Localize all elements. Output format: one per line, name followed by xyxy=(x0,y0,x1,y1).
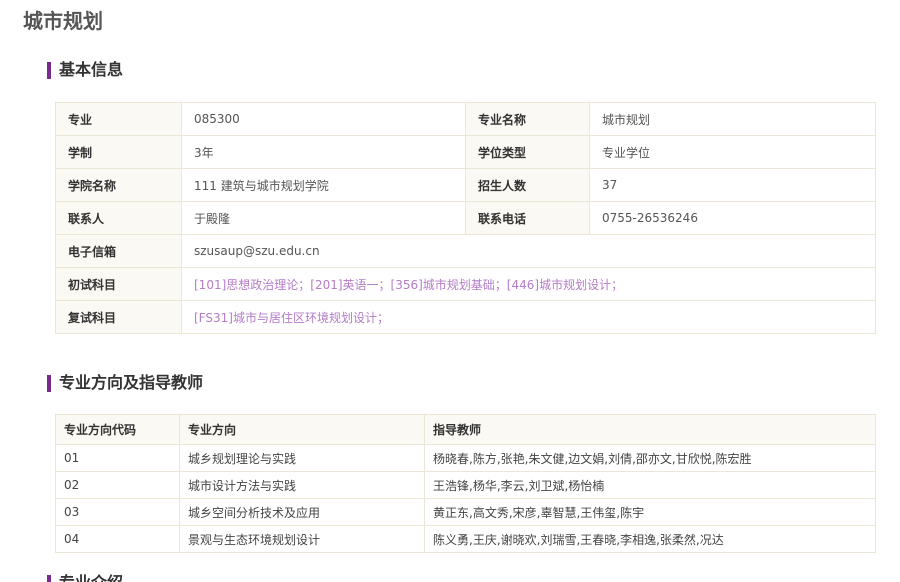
direction-code: 04 xyxy=(55,525,180,553)
field-value: 085300 xyxy=(181,102,466,136)
table-row: 学院名称 111 建筑与城市规划学院 招生人数 37 xyxy=(55,168,876,202)
field-label: 学院名称 xyxy=(55,168,182,202)
table-row: 04 景观与生态环境规划设计 陈义勇,王庆,谢晓欢,刘瑞雪,王春晓,李相逸,张柔… xyxy=(55,525,876,553)
heading-accent-bar xyxy=(47,574,51,582)
field-value: 37 xyxy=(589,168,876,202)
field-label: 招生人数 xyxy=(465,168,590,202)
page: 城市规划 基本信息 专业 085300 专业名称 城市规划 学制 3年 学位类型… xyxy=(0,0,900,582)
field-value: 0755-26536246 xyxy=(589,201,876,235)
direction-code: 02 xyxy=(55,471,180,499)
page-title: 城市规划 xyxy=(23,9,103,33)
direction-code: 03 xyxy=(55,498,180,526)
field-label: 专业名称 xyxy=(465,102,590,136)
section-heading-text: 基本信息 xyxy=(59,60,124,79)
table-row: 02 城市设计方法与实践 王浩锋,杨华,李云,刘卫斌,杨怡楠 xyxy=(55,471,876,499)
table-row: 学制 3年 学位类型 专业学位 xyxy=(55,135,876,169)
table-row: 03 城乡空间分析技术及应用 黄正东,高文秀,宋彦,辜智慧,王伟玺,陈宇 xyxy=(55,498,876,526)
exam-subjects-link[interactable]: [101]思想政治理论；[201]英语一；[356]城市规划基础；[446]城市… xyxy=(194,278,623,292)
table-row: 专业 085300 专业名称 城市规划 xyxy=(55,102,876,136)
field-label: 学制 xyxy=(55,135,182,169)
section-heading-directions: 专业方向及指导教师 xyxy=(47,373,203,393)
direction-teachers: 杨晓春,陈方,张艳,朱文健,边文娟,刘倩,邵亦文,甘欣悦,陈宏胜 xyxy=(424,444,876,472)
email-value: szusaup@szu.edu.cn xyxy=(181,234,876,268)
heading-accent-bar xyxy=(47,374,51,392)
field-label: 联系电话 xyxy=(465,201,590,235)
field-label: 专业 xyxy=(55,102,182,136)
section-heading-basic-info: 基本信息 xyxy=(47,60,123,80)
table-row: 联系人 于殿隆 联系电话 0755-26536246 xyxy=(55,201,876,235)
field-value: 111 建筑与城市规划学院 xyxy=(181,168,466,202)
table-row: 电子信箱 szusaup@szu.edu.cn xyxy=(55,234,876,268)
basic-info-table: 专业 085300 专业名称 城市规划 学制 3年 学位类型 专业学位 学院名称… xyxy=(55,102,876,334)
retest-subjects-cell: [FS31]城市与居住区环境规划设计； xyxy=(181,300,876,334)
section-heading-text: 专业介绍 xyxy=(59,573,123,582)
direction-name: 城乡规划理论与实践 xyxy=(179,444,425,472)
field-label: 学位类型 xyxy=(465,135,590,169)
field-label: 电子信箱 xyxy=(55,234,182,268)
section-heading-text: 专业方向及指导教师 xyxy=(59,373,204,392)
field-value: 于殿隆 xyxy=(181,201,466,235)
direction-teachers: 黄正东,高文秀,宋彦,辜智慧,王伟玺,陈宇 xyxy=(424,498,876,526)
direction-teachers: 陈义勇,王庆,谢晓欢,刘瑞雪,王春晓,李相逸,张柔然,况达 xyxy=(424,525,876,553)
column-header: 专业方向 xyxy=(179,414,425,445)
table-header-row: 专业方向代码 专业方向 指导教师 xyxy=(55,414,876,445)
direction-name: 景观与生态环境规划设计 xyxy=(179,525,425,553)
table-row: 初试科目 [101]思想政治理论；[201]英语一；[356]城市规划基础；[4… xyxy=(55,267,876,301)
field-value: 3年 xyxy=(181,135,466,169)
direction-name: 城乡空间分析技术及应用 xyxy=(179,498,425,526)
direction-teachers: 王浩锋,杨华,李云,刘卫斌,杨怡楠 xyxy=(424,471,876,499)
field-label: 初试科目 xyxy=(55,267,182,301)
direction-code: 01 xyxy=(55,444,180,472)
field-value: 专业学位 xyxy=(589,135,876,169)
directions-table: 专业方向代码 专业方向 指导教师 01 城乡规划理论与实践 杨晓春,陈方,张艳,… xyxy=(55,414,876,553)
direction-name: 城市设计方法与实践 xyxy=(179,471,425,499)
field-value: 城市规划 xyxy=(589,102,876,136)
field-label: 复试科目 xyxy=(55,300,182,334)
heading-accent-bar xyxy=(47,61,51,79)
table-row: 01 城乡规划理论与实践 杨晓春,陈方,张艳,朱文健,边文娟,刘倩,邵亦文,甘欣… xyxy=(55,444,876,472)
column-header: 专业方向代码 xyxy=(55,414,180,445)
column-header: 指导教师 xyxy=(424,414,876,445)
retest-subjects-link[interactable]: [FS31]城市与居住区环境规划设计； xyxy=(194,311,389,325)
exam-subjects-cell: [101]思想政治理论；[201]英语一；[356]城市规划基础；[446]城市… xyxy=(181,267,876,301)
field-label: 联系人 xyxy=(55,201,182,235)
section-heading-major-intro: 专业介绍 xyxy=(47,573,123,582)
table-row: 复试科目 [FS31]城市与居住区环境规划设计； xyxy=(55,300,876,334)
